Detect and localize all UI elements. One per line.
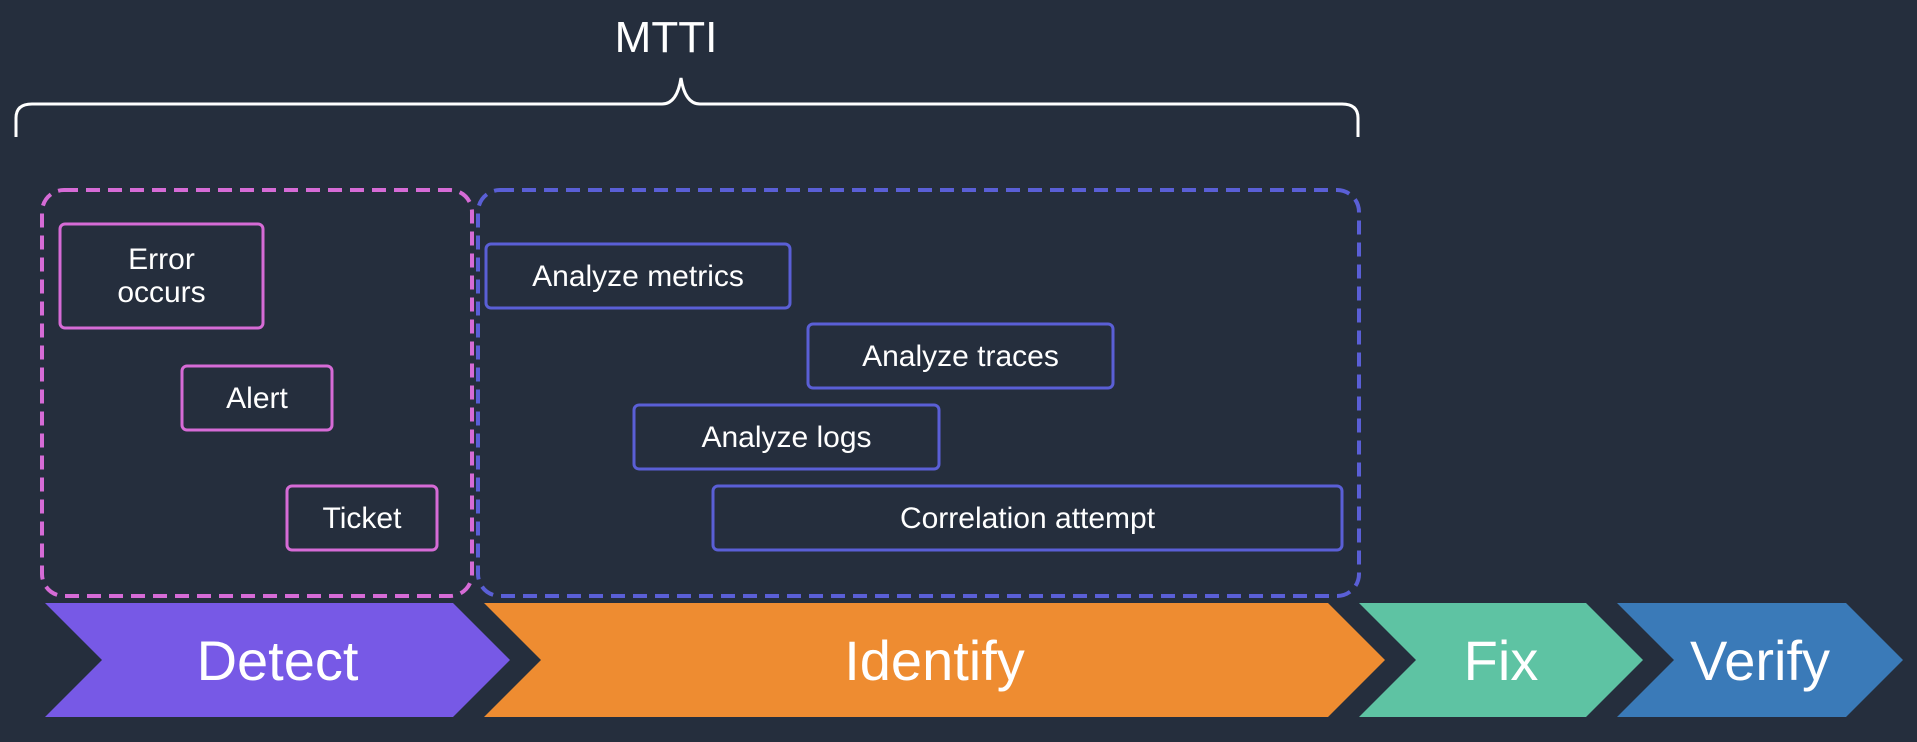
phase-fix-label: Fix	[1463, 628, 1539, 692]
phase-detect-label: Detect	[196, 628, 359, 692]
phase-identify-label: Identify	[844, 628, 1025, 692]
mtti-brace	[14, 77, 1360, 137]
phase-verify-label: Verify	[1689, 628, 1831, 692]
analyze-logs-label: Analyze logs	[701, 420, 872, 454]
mtti-title: MTTI	[614, 13, 718, 62]
analyze-metrics-label: Analyze metrics	[532, 259, 744, 293]
error-occurs-label: Error occurs	[117, 243, 206, 309]
mtti-diagram: MTTI Error occurs Alert Ticket Analyze m…	[0, 0, 1917, 737]
analyze-traces-label: Analyze traces	[862, 339, 1059, 373]
alert-label: Alert	[226, 381, 288, 415]
correlation-attempt-label: Correlation attempt	[899, 501, 1156, 535]
ticket-label: Ticket	[322, 501, 402, 535]
